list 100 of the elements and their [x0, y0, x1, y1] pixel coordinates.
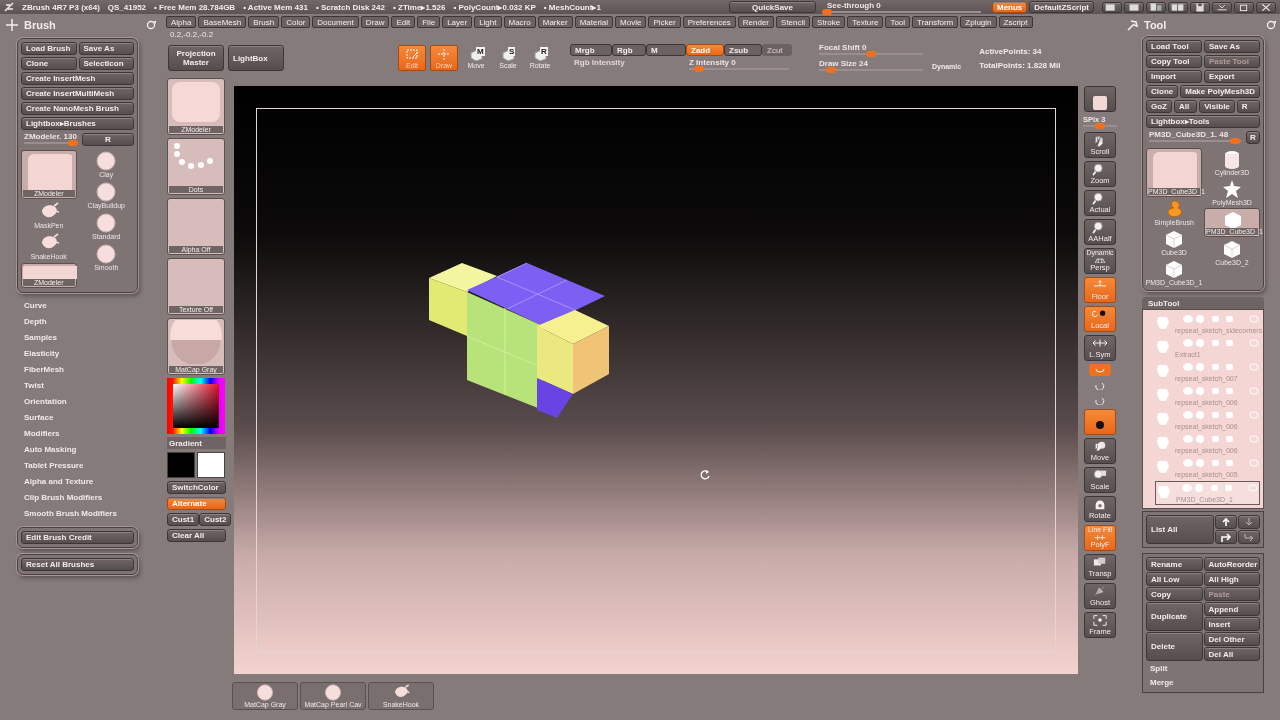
menu-item[interactable]: Zscript: [998, 16, 1033, 28]
palette-button[interactable]: Clone: [1146, 85, 1179, 98]
menu-item[interactable]: File: [417, 16, 441, 28]
focal-shift-slider[interactable]: Focal Shift 0: [816, 43, 926, 57]
lightbox-button[interactable]: LightBox: [228, 45, 284, 71]
custom-color-button[interactable]: Cust1: [167, 513, 200, 526]
clear-all-button[interactable]: Clear All: [167, 529, 226, 542]
menu-item[interactable]: Alpha: [166, 16, 197, 28]
palette-button[interactable]: Create NanoMesh Brush: [21, 102, 134, 115]
submenu-item[interactable]: FiberMesh: [24, 365, 160, 377]
projection-master-button[interactable]: Projection Master: [168, 45, 224, 71]
palette-button[interactable]: Lightbox▸Brushes: [21, 117, 134, 130]
palette-button[interactable]: Lightbox▸Tools: [1146, 115, 1260, 128]
menu-item[interactable]: Render: [737, 16, 775, 28]
channel-button[interactable]: Mrgb: [570, 44, 612, 56]
palette-button[interactable]: Clone: [21, 57, 77, 70]
subtool-button[interactable]: All Low: [1146, 572, 1203, 586]
menu-item[interactable]: Transform: [912, 16, 959, 28]
z-intensity-slider[interactable]: Z Intensity 0: [686, 58, 792, 72]
palette-button[interactable]: Create InsertMesh: [21, 72, 134, 85]
palette-button[interactable]: Make PolyMesh3D: [1180, 85, 1261, 98]
depth-mode-button[interactable]: Zadd: [686, 44, 724, 56]
rgb-intensity-label: Rgb Intensity: [573, 58, 626, 69]
menu-item[interactable]: Tool: [885, 16, 911, 28]
reset-button[interactable]: R: [81, 132, 134, 146]
palette-button[interactable]: Edit Brush Credit: [21, 531, 134, 544]
menu-item[interactable]: Movie: [615, 16, 647, 28]
subtool-button[interactable]: Del All: [1203, 647, 1260, 661]
submenu-item[interactable]: Modifiers: [24, 429, 160, 441]
menus-button[interactable]: Menus: [992, 1, 1028, 13]
menu-item[interactable]: Document: [312, 16, 359, 28]
reset-button[interactable]: R: [1246, 130, 1260, 144]
palette-button[interactable]: Visible: [1199, 100, 1235, 113]
palette-button[interactable]: All: [1174, 100, 1198, 113]
subtool-button[interactable]: All High: [1203, 572, 1260, 586]
subtool-button[interactable]: Append: [1203, 602, 1260, 616]
submenu-item[interactable]: Surface: [24, 413, 160, 425]
switch-color-button[interactable]: SwitchColor: [167, 481, 226, 494]
submenu-item[interactable]: Samples: [24, 333, 160, 345]
menu-item[interactable]: Stroke: [812, 16, 846, 28]
palette-button[interactable]: Export: [1204, 70, 1260, 83]
submenu-item[interactable]: Orientation: [24, 397, 160, 409]
subtool-button[interactable]: AutoReorder: [1203, 557, 1260, 571]
alternate-button[interactable]: Alternate: [167, 497, 226, 510]
submenu-item[interactable]: Split: [1146, 662, 1260, 675]
quicksave-button[interactable]: QuickSave: [729, 1, 816, 13]
gradient-toggle[interactable]: Gradient: [167, 437, 226, 449]
draw-size-slider[interactable]: Draw Size 24: [816, 59, 926, 73]
menu-item[interactable]: BaseMesh: [198, 16, 247, 28]
palette-button[interactable]: Reset All Brushes: [21, 558, 134, 571]
custom-color-button[interactable]: Cust2: [199, 513, 232, 526]
subtool-button[interactable]: Del Other: [1203, 632, 1260, 646]
menu-item[interactable]: Preferences: [682, 16, 736, 28]
palette-button[interactable]: R: [1236, 100, 1260, 113]
brush-slider[interactable]: ZModeler. 130: [21, 132, 80, 146]
submenu-item[interactable]: Auto Masking: [24, 445, 160, 457]
menu-item[interactable]: Macro: [503, 16, 536, 28]
submenu-item[interactable]: Curve: [24, 301, 160, 313]
see-through-slider[interactable]: See-through 0: [824, 0, 984, 14]
submenu-item[interactable]: Depth: [24, 317, 160, 329]
submenu-item[interactable]: Smooth Brush Modifiers: [24, 509, 160, 521]
submenu-item[interactable]: Elasticity: [24, 349, 160, 361]
status-readout: • Free Mem 28.784GB: [154, 2, 236, 12]
menu-item[interactable]: Light: [474, 16, 502, 28]
palette-button[interactable]: Import: [1146, 70, 1202, 83]
channel-button[interactable]: Rgb: [612, 44, 646, 56]
palette-button[interactable]: Load Tool: [1146, 40, 1202, 53]
script-button[interactable]: DefaultZScript: [1029, 1, 1094, 13]
menu-item[interactable]: Color: [281, 16, 311, 28]
palette-button[interactable]: Save As: [78, 42, 134, 55]
menu-item[interactable]: Layer: [442, 16, 473, 28]
subtool-button[interactable]: Copy: [1146, 587, 1203, 601]
palette-button[interactable]: Load Brush: [21, 42, 77, 55]
submenu-item[interactable]: Alpha and Texture: [24, 477, 160, 489]
submenu-item[interactable]: Tablet Pressure: [24, 461, 160, 473]
submenu-item[interactable]: Twist: [24, 381, 160, 393]
list-all-button[interactable]: List All: [1146, 515, 1214, 544]
menu-item[interactable]: Picker: [648, 16, 681, 28]
palette-button[interactable]: Copy Tool: [1146, 55, 1202, 68]
depth-mode-button[interactable]: Zsub: [724, 44, 762, 56]
submenu-item[interactable]: Merge: [1146, 676, 1260, 689]
menu-item[interactable]: Marker: [537, 16, 573, 28]
menu-item[interactable]: Zplugin: [960, 16, 997, 28]
tool-slider[interactable]: PM3D_Cube3D_1. 48: [1146, 130, 1244, 144]
subtool-button[interactable]: Delete: [1146, 632, 1203, 661]
menu-item[interactable]: Brush: [248, 16, 280, 28]
menu-item[interactable]: Edit: [391, 16, 416, 28]
menu-item[interactable]: Material: [574, 16, 614, 28]
subtool-button[interactable]: Insert: [1203, 617, 1260, 631]
menu-item[interactable]: Texture: [847, 16, 884, 28]
submenu-item[interactable]: Clip Brush Modifiers: [24, 493, 160, 505]
subtool-button[interactable]: Rename: [1146, 557, 1203, 571]
menu-item[interactable]: Draw: [360, 16, 390, 28]
palette-button[interactable]: GoZ: [1146, 100, 1172, 113]
channel-button[interactable]: M: [646, 44, 686, 56]
palette-button[interactable]: Create InsertMultiMesh: [21, 87, 134, 100]
palette-button[interactable]: SelectIcon: [78, 57, 134, 70]
menu-item[interactable]: Stencil: [776, 16, 811, 28]
subtool-button[interactable]: Duplicate: [1146, 602, 1203, 631]
palette-button[interactable]: Save As: [1204, 40, 1260, 53]
